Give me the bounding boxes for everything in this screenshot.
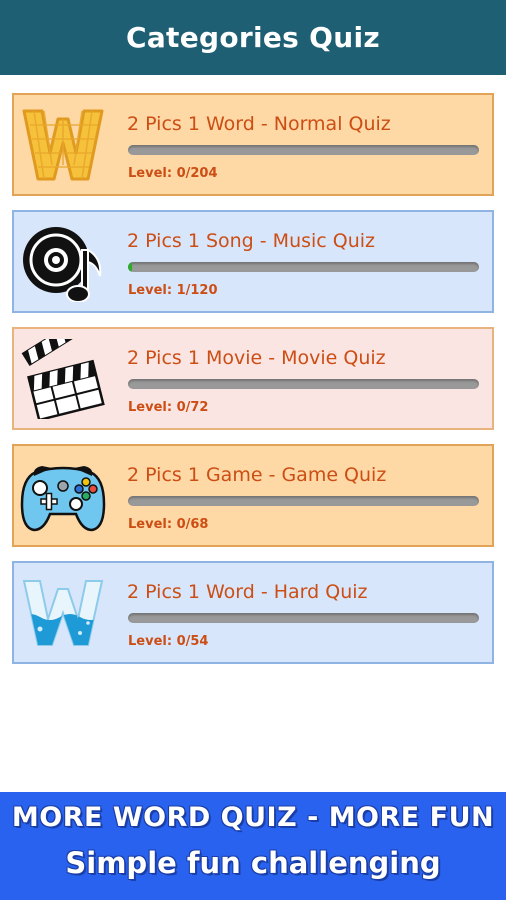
gamepad-icon <box>20 456 106 536</box>
category-title: 2 Pics 1 Word - Hard Quiz <box>127 581 368 603</box>
waffle-w-icon <box>20 105 106 185</box>
category-title: 2 Pics 1 Song - Music Quiz <box>127 230 376 252</box>
category-title: 2 Pics 1 Word - Normal Quiz <box>127 113 391 135</box>
category-list: 2 Pics 1 Word - Normal Quiz Level: 0/204… <box>12 93 494 678</box>
level-label: Level: 0/54 <box>128 634 209 649</box>
category-title: 2 Pics 1 Game - Game Quiz <box>127 464 387 486</box>
level-label: Level: 0/72 <box>128 400 209 415</box>
category-card-game-quiz[interactable]: 2 Pics 1 Game - Game Quiz Level: 0/68 <box>12 444 494 547</box>
level-label: Level: 1/120 <box>128 283 218 298</box>
level-label: Level: 0/68 <box>128 517 209 532</box>
category-card-music-quiz[interactable]: 2 Pics 1 Song - Music Quiz Level: 1/120 <box>12 210 494 313</box>
app-header: Categories Quiz <box>0 0 506 75</box>
progress-bar <box>128 613 479 623</box>
category-card-hard-quiz[interactable]: 2 Pics 1 Word - Hard Quiz Level: 0/54 <box>12 561 494 664</box>
progress-bar <box>128 145 479 155</box>
progress-bar <box>128 379 479 389</box>
progress-bar <box>128 262 479 272</box>
banner-tagline: Simple fun challenging <box>65 846 441 880</box>
vinyl-music-icon <box>20 222 106 303</box>
level-label: Level: 0/204 <box>128 166 218 181</box>
category-card-normal-quiz[interactable]: 2 Pics 1 Word - Normal Quiz Level: 0/204 <box>12 93 494 196</box>
category-title: 2 Pics 1 Movie - Movie Quiz <box>127 347 386 369</box>
banner-headline: MORE WORD QUIZ - MORE FUN <box>11 802 495 833</box>
clapperboard-icon <box>20 316 106 422</box>
progress-bar <box>128 496 479 506</box>
page-title: Categories Quiz <box>125 21 381 54</box>
promo-banner[interactable]: MORE WORD QUIZ - MORE FUN Simple fun cha… <box>0 792 506 900</box>
category-card-movie-quiz[interactable]: 2 Pics 1 Movie - Movie Quiz Level: 0/72 <box>12 316 494 430</box>
water-w-icon <box>20 573 106 653</box>
